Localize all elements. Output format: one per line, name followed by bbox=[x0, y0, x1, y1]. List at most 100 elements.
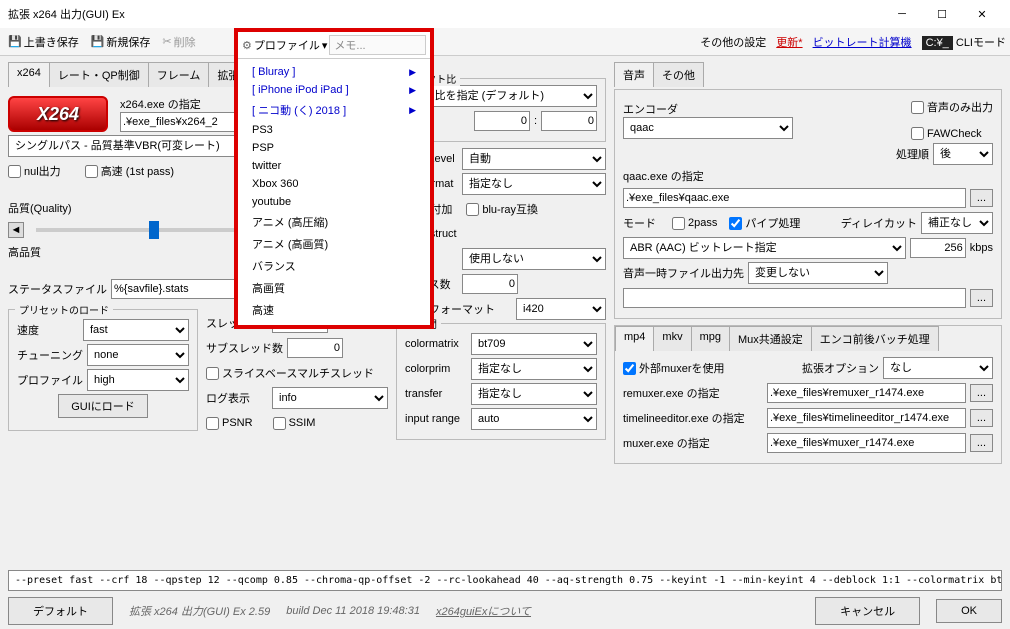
tab-レート・QP制御[interactable]: レート・QP制御 bbox=[49, 62, 149, 87]
other-settings-link[interactable]: その他の設定 bbox=[700, 34, 766, 50]
bitrate-calc-link[interactable]: ビットレート計算機 bbox=[813, 34, 912, 50]
audio-2pass-checkbox[interactable]: 2pass bbox=[672, 217, 717, 230]
build-date: build Dec 11 2018 19:48:31 bbox=[286, 605, 420, 617]
profile-menu-item[interactable]: バランス bbox=[238, 255, 430, 277]
maximize-button[interactable]: ☐ bbox=[922, 0, 962, 28]
colorprim-select[interactable]: 指定なし bbox=[471, 358, 597, 380]
status-file-label: ステータスファイル bbox=[8, 281, 107, 297]
fawcheck-checkbox[interactable]: FAWCheck bbox=[911, 127, 993, 140]
qaac-exe-input[interactable] bbox=[623, 188, 966, 208]
profile-menu-item[interactable]: 高速 bbox=[238, 299, 430, 321]
cli-mode-button[interactable]: C:¥_ CLIモード bbox=[922, 34, 1006, 50]
qaac-browse-button[interactable]: ... bbox=[970, 189, 993, 207]
delay-cut-select[interactable]: 補正なし bbox=[921, 212, 993, 234]
ok-button[interactable]: OK bbox=[936, 599, 1002, 623]
profile-menu-item[interactable]: アニメ (高画質) bbox=[238, 233, 430, 255]
level-select[interactable]: 自動 bbox=[462, 148, 606, 170]
profile-menu-item[interactable]: [ iPhone iPod iPad ]▶ bbox=[238, 81, 430, 99]
nal-hrd-select[interactable]: 使用しない bbox=[462, 248, 606, 270]
audio-mode-select[interactable]: ABR (AAC) ビットレート指定 bbox=[623, 237, 906, 259]
profile-menu-item[interactable]: PSP bbox=[238, 139, 430, 157]
tab-エンコ前後バッチ処理[interactable]: エンコ前後バッチ処理 bbox=[811, 326, 939, 351]
default-button[interactable]: デフォルト bbox=[8, 597, 113, 625]
commandline-display: --preset fast --crf 18 --qpstep 12 --qco… bbox=[8, 570, 1002, 591]
fast-1st-pass-checkbox[interactable]: 高速 (1st pass) bbox=[85, 163, 174, 179]
videoformat-select[interactable]: 指定なし bbox=[462, 173, 606, 195]
tab-Mux共通設定[interactable]: Mux共通設定 bbox=[729, 326, 812, 351]
tl-browse-button[interactable]: ... bbox=[970, 409, 993, 427]
about-link[interactable]: x264guiExについて bbox=[436, 603, 531, 619]
profile-menu-item[interactable]: twitter bbox=[238, 157, 430, 175]
sub-threads-input[interactable] bbox=[287, 338, 343, 358]
remuxer-browse-button[interactable]: ... bbox=[970, 384, 993, 402]
footer: デフォルト 拡張 x264 出力(GUI) Ex 2.59 build Dec … bbox=[8, 597, 1002, 625]
profile-menu-item[interactable]: Xbox 360 bbox=[238, 175, 430, 193]
nul-output-checkbox[interactable]: nul出力 bbox=[8, 163, 61, 179]
ext-option-select[interactable]: なし bbox=[883, 357, 993, 379]
slices-input[interactable] bbox=[462, 274, 518, 294]
save-new-icon: 💾 bbox=[91, 35, 105, 48]
save-overwrite-button[interactable]: 💾 上書き保存 bbox=[4, 32, 83, 52]
right-tabs: 音声その他 bbox=[614, 62, 1002, 87]
ext-muxer-checkbox[interactable]: 外部muxerを使用 bbox=[623, 360, 725, 376]
psnr-checkbox[interactable]: PSNR bbox=[206, 417, 253, 430]
audio-temp-select[interactable]: 変更しない bbox=[748, 262, 888, 284]
timelineeditor-input[interactable] bbox=[767, 408, 966, 428]
preset-group-title: プリセットのロード bbox=[15, 302, 113, 317]
output-format-select[interactable]: i420 bbox=[516, 298, 606, 320]
gear-icon: ⚙ bbox=[242, 39, 252, 52]
tab-その他[interactable]: その他 bbox=[653, 62, 704, 87]
delete-icon: ✂ bbox=[162, 35, 171, 48]
update-link[interactable]: 更新* bbox=[776, 34, 802, 50]
audio-temp-browse-button[interactable]: ... bbox=[970, 289, 993, 307]
tab-mpg[interactable]: mpg bbox=[691, 326, 730, 351]
muxer-input[interactable] bbox=[767, 433, 966, 453]
load-to-gui-button[interactable]: GUIにロード bbox=[58, 394, 148, 418]
save-new-button[interactable]: 💾 新規保存 bbox=[87, 32, 155, 52]
remuxer-input[interactable] bbox=[767, 383, 966, 403]
tab-mp4[interactable]: mp4 bbox=[615, 326, 654, 351]
transfer-select[interactable]: 指定なし bbox=[471, 383, 597, 405]
profile-dropdown-arrow[interactable]: ▾ bbox=[322, 39, 328, 52]
window-title: 拡張 x264 出力(GUI) Ex bbox=[8, 6, 125, 22]
profile-menu-item[interactable]: [ Bluray ]▶ bbox=[238, 63, 430, 81]
pipe-checkbox[interactable]: パイプ処理 bbox=[729, 215, 800, 231]
minimize-button[interactable]: ─ bbox=[882, 0, 922, 28]
muxer-browse-button[interactable]: ... bbox=[970, 434, 993, 452]
tab-フレーム[interactable]: フレーム bbox=[148, 62, 210, 87]
input-range-select[interactable]: auto bbox=[471, 408, 597, 430]
cancel-button[interactable]: キャンセル bbox=[815, 597, 920, 625]
profile-menu-item[interactable]: 高画質 bbox=[238, 277, 430, 299]
profile-menu-item[interactable]: [ ニコ動 (く) 2018 ]▶ bbox=[238, 99, 430, 121]
tab-mkv[interactable]: mkv bbox=[653, 326, 691, 351]
slice-mt-checkbox[interactable]: スライスベースマルチスレッド bbox=[206, 362, 388, 384]
save-icon: 💾 bbox=[8, 35, 22, 48]
audio-temp-path-input[interactable] bbox=[623, 288, 966, 308]
build-name: 拡張 x264 出力(GUI) Ex 2.59 bbox=[129, 603, 270, 619]
close-button[interactable]: ✕ bbox=[962, 0, 1002, 28]
tuning-select[interactable]: none bbox=[87, 344, 189, 366]
ssim-checkbox[interactable]: SSIM bbox=[273, 417, 316, 430]
log-select[interactable]: info bbox=[272, 387, 388, 409]
process-order-select[interactable]: 後 bbox=[933, 143, 993, 165]
audio-encoder-select[interactable]: qaac bbox=[623, 117, 793, 139]
profile-menu-item[interactable]: PS3 bbox=[238, 121, 430, 139]
profile-menu-item[interactable]: アニメ (高圧縮) bbox=[238, 211, 430, 233]
tab-音声[interactable]: 音声 bbox=[614, 62, 654, 87]
profile-menu-list: [ Bluray ]▶[ iPhone iPod iPad ]▶[ ニコ動 (く… bbox=[238, 59, 430, 325]
colormatrix-select[interactable]: bt709 bbox=[471, 333, 597, 355]
memo-input[interactable]: メモ... bbox=[329, 35, 426, 55]
profile-label: プロファイル bbox=[254, 37, 320, 53]
sar-b-input[interactable] bbox=[541, 111, 597, 131]
x264-logo: X264 bbox=[8, 96, 108, 132]
audio-bitrate-input[interactable] bbox=[910, 238, 966, 258]
audio-only-checkbox[interactable]: 音声のみ出力 bbox=[911, 99, 993, 115]
profile-select[interactable]: high bbox=[87, 369, 189, 391]
quality-decrease-button[interactable]: ◄ bbox=[8, 222, 24, 238]
bluray-compat-checkbox[interactable]: blu-ray互換 bbox=[466, 201, 538, 217]
sar-a-input[interactable] bbox=[474, 111, 530, 131]
speed-select[interactable]: fast bbox=[83, 319, 189, 341]
delete-button[interactable]: ✂ 削除 bbox=[158, 32, 199, 52]
profile-menu-item[interactable]: youtube bbox=[238, 193, 430, 211]
tab-x264[interactable]: x264 bbox=[8, 62, 50, 87]
